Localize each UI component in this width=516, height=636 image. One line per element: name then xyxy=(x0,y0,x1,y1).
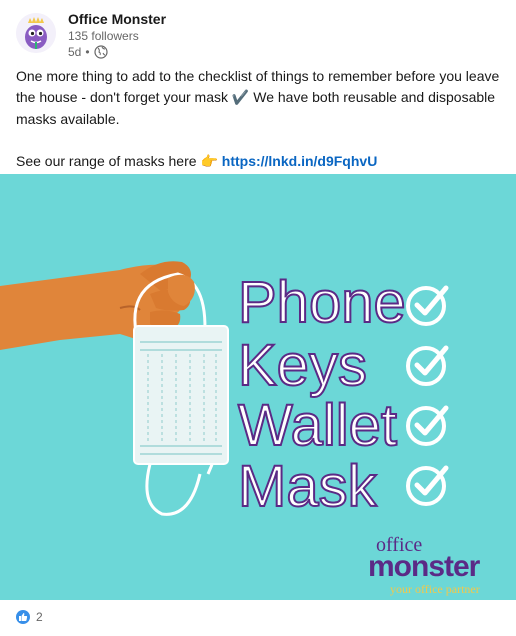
meta-separator: • xyxy=(85,45,90,59)
globe-icon xyxy=(93,45,108,59)
reactions-bar[interactable]: 2 xyxy=(16,610,43,624)
checklist-word-wallet: Wallet xyxy=(237,393,398,458)
post-image[interactable]: Phone Keys Wallet Mask office monster yo… xyxy=(0,174,516,600)
post-line-3: See our range of masks here xyxy=(16,153,197,169)
check-circle-icon xyxy=(406,345,449,386)
check-circle-icon xyxy=(406,465,449,506)
check-emoji: ✔️ xyxy=(231,90,250,106)
follower-count: 135 followers xyxy=(68,29,139,43)
checklist-word-mask: Mask xyxy=(237,454,378,519)
checklist-word-phone: Phone xyxy=(237,270,407,335)
author-name[interactable]: Office Monster xyxy=(68,10,166,28)
post-age: 5d xyxy=(68,45,82,59)
check-circle-icon xyxy=(406,405,449,446)
masks-link[interactable]: https://lnkd.in/d9FqhvU xyxy=(222,153,378,169)
office-monster-mascot-icon xyxy=(16,13,56,53)
checklist-word-keys: Keys xyxy=(237,333,368,398)
reaction-count: 2 xyxy=(36,610,43,624)
post-meta: 5d • xyxy=(68,44,166,60)
logo-tagline: your office partner xyxy=(390,582,480,596)
like-icon xyxy=(16,610,30,624)
post-text: One more thing to add to the checklist o… xyxy=(16,66,502,173)
post-paragraph: One more thing to add to the checklist o… xyxy=(16,66,502,130)
check-circle-icon xyxy=(406,285,449,326)
logo-main-text: monster xyxy=(368,550,480,583)
post-header: Office Monster 135 followers 5d • xyxy=(16,10,496,62)
author-info: Office Monster 135 followers 5d • xyxy=(68,10,166,60)
pointing-emoji: 👉 xyxy=(200,154,218,170)
company-avatar[interactable] xyxy=(16,13,56,53)
post-paragraph-link: See our range of masks here 👉 https://ln… xyxy=(16,151,502,173)
linkedin-post: Office Monster 135 followers 5d • One mo… xyxy=(0,0,516,636)
office-monster-logo: office monster your office partner xyxy=(360,530,516,600)
